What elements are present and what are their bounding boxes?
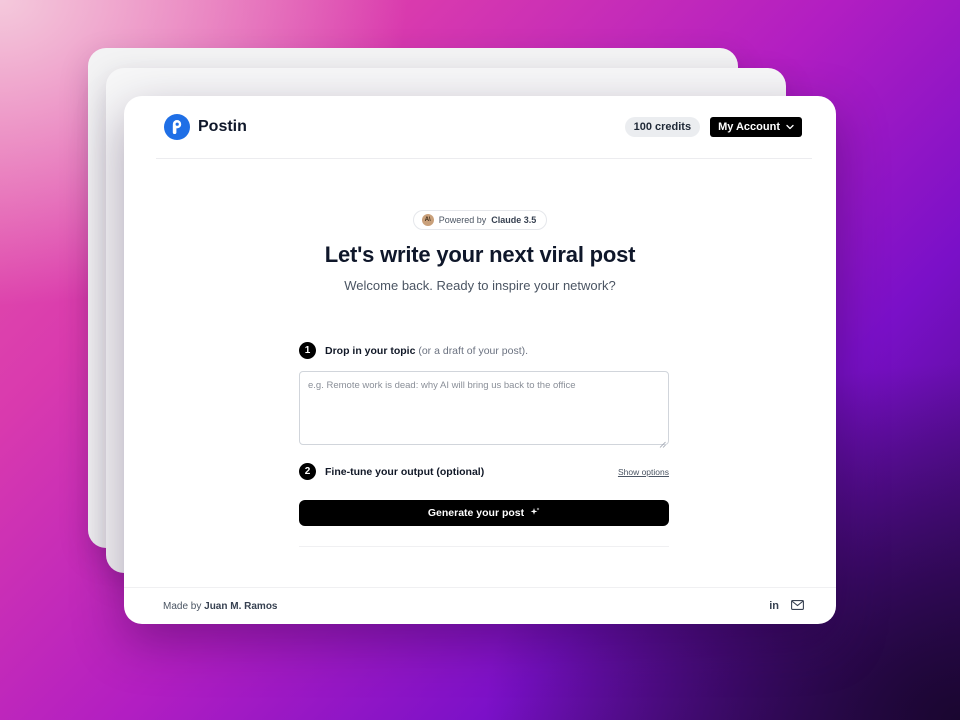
step-2: 2 Fine-tune your output (optional)	[299, 463, 484, 480]
linkedin-icon[interactable]: in	[769, 600, 779, 612]
page-subtitle: Welcome back. Ready to inspire your netw…	[344, 278, 616, 293]
resize-handle-icon[interactable]	[659, 435, 666, 448]
my-account-label: My Account	[718, 121, 780, 133]
step-1-number: 1	[299, 342, 316, 359]
made-by-prefix: Made by	[163, 600, 202, 612]
powered-model: Claude 3.5	[491, 215, 537, 225]
sparkles-icon	[530, 507, 540, 520]
postin-logo-icon	[164, 114, 190, 140]
chevron-down-icon	[786, 121, 794, 133]
step-2-label: Fine-tune your output (optional)	[325, 465, 485, 478]
generate-post-button[interactable]: Generate your post	[299, 500, 669, 526]
made-by: Made by Juan M. Ramos	[163, 601, 278, 612]
step-1-hint: (or a draft of your post).	[418, 344, 529, 357]
credits-badge: 100 credits	[624, 117, 701, 137]
post-form: 1 Drop in your topic (or a draft of your…	[299, 342, 669, 547]
generate-post-label: Generate your post	[427, 507, 525, 519]
app-window: Postin 100 credits My Account A\ Powered…	[124, 96, 836, 624]
step-2-number: 2	[299, 463, 316, 480]
author-link[interactable]: Juan M. Ramos	[204, 601, 277, 612]
header: Postin 100 credits My Account	[156, 96, 812, 159]
step-2-row: 2 Fine-tune your output (optional) Show …	[299, 463, 669, 480]
footer-social: in	[769, 597, 804, 615]
step-1-label: Drop in your topic	[325, 344, 416, 357]
claude-icon: A\	[421, 214, 434, 226]
footer: Made by Juan M. Ramos in	[124, 587, 836, 624]
brand-name: Postin	[198, 118, 247, 135]
brand[interactable]: Postin	[164, 114, 247, 140]
page-title: Let's write your next viral post	[324, 242, 636, 267]
step-1: 1 Drop in your topic (or a draft of your…	[299, 342, 669, 359]
powered-prefix: Powered by	[438, 215, 487, 225]
form-divider	[299, 546, 669, 547]
powered-by-badge: A\ Powered by Claude 3.5	[412, 210, 548, 230]
hero: A\ Powered by Claude 3.5 Let's write you…	[124, 208, 836, 293]
header-actions: 100 credits My Account	[624, 117, 802, 137]
topic-input[interactable]	[300, 372, 668, 444]
show-options-link[interactable]: Show options	[618, 467, 669, 477]
topic-input-wrapper	[299, 371, 669, 448]
mail-icon[interactable]	[791, 597, 804, 615]
my-account-button[interactable]: My Account	[710, 117, 802, 137]
